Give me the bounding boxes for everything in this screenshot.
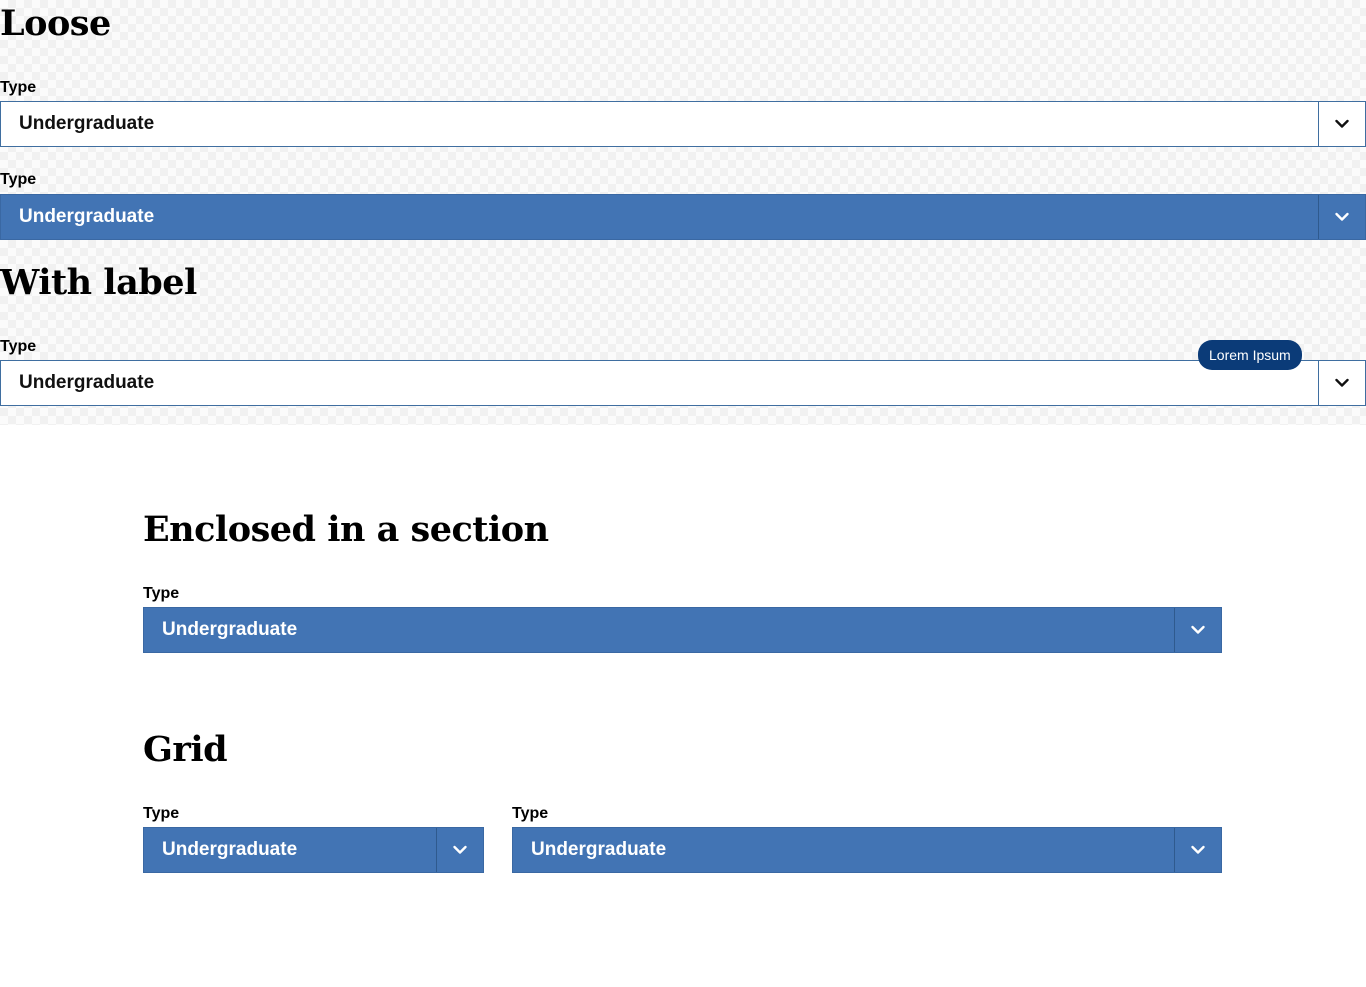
dropdown-toggle[interactable]	[1318, 102, 1365, 146]
select-value: Undergraduate	[19, 113, 155, 134]
field-label: Type	[0, 171, 37, 188]
chevron-down-icon	[1191, 625, 1205, 634]
dropdown-toggle[interactable]	[1318, 195, 1365, 239]
dropdown-toggle[interactable]	[1318, 361, 1365, 405]
field-label: Type	[143, 585, 180, 602]
heading-enclosed: Enclosed in a section	[143, 509, 549, 550]
chevron-down-icon	[1335, 378, 1349, 387]
chevron-down-icon	[453, 845, 467, 854]
field-label: Type	[0, 79, 37, 96]
lorem-ipsum-badge: Lorem Ipsum	[1198, 340, 1302, 370]
heading-with-label: With label	[0, 262, 197, 303]
select-value: Undergraduate	[19, 206, 155, 227]
select-value: Undergraduate	[19, 372, 155, 393]
select-value: Undergraduate	[162, 619, 298, 640]
type-select[interactable]: Undergraduate	[512, 827, 1222, 873]
dropdown-toggle[interactable]	[1174, 828, 1221, 872]
field-label: Type	[512, 805, 549, 822]
type-select[interactable]: Undergraduate	[0, 194, 1366, 240]
field-label: Type	[0, 338, 37, 355]
type-select[interactable]: Undergraduate	[0, 101, 1366, 147]
type-select[interactable]: Undergraduate	[143, 827, 484, 873]
type-select[interactable]: Undergraduate	[143, 607, 1222, 653]
chevron-down-icon	[1191, 845, 1205, 854]
heading-loose: Loose	[0, 3, 111, 44]
heading-grid: Grid	[143, 729, 228, 770]
dropdown-toggle[interactable]	[436, 828, 483, 872]
type-select[interactable]: Undergraduate	[0, 360, 1366, 406]
select-value: Undergraduate	[531, 839, 667, 860]
dropdown-toggle[interactable]	[1174, 608, 1221, 652]
select-value: Undergraduate	[162, 839, 298, 860]
field-label: Type	[143, 805, 180, 822]
chevron-down-icon	[1335, 119, 1349, 128]
chevron-down-icon	[1335, 212, 1349, 221]
